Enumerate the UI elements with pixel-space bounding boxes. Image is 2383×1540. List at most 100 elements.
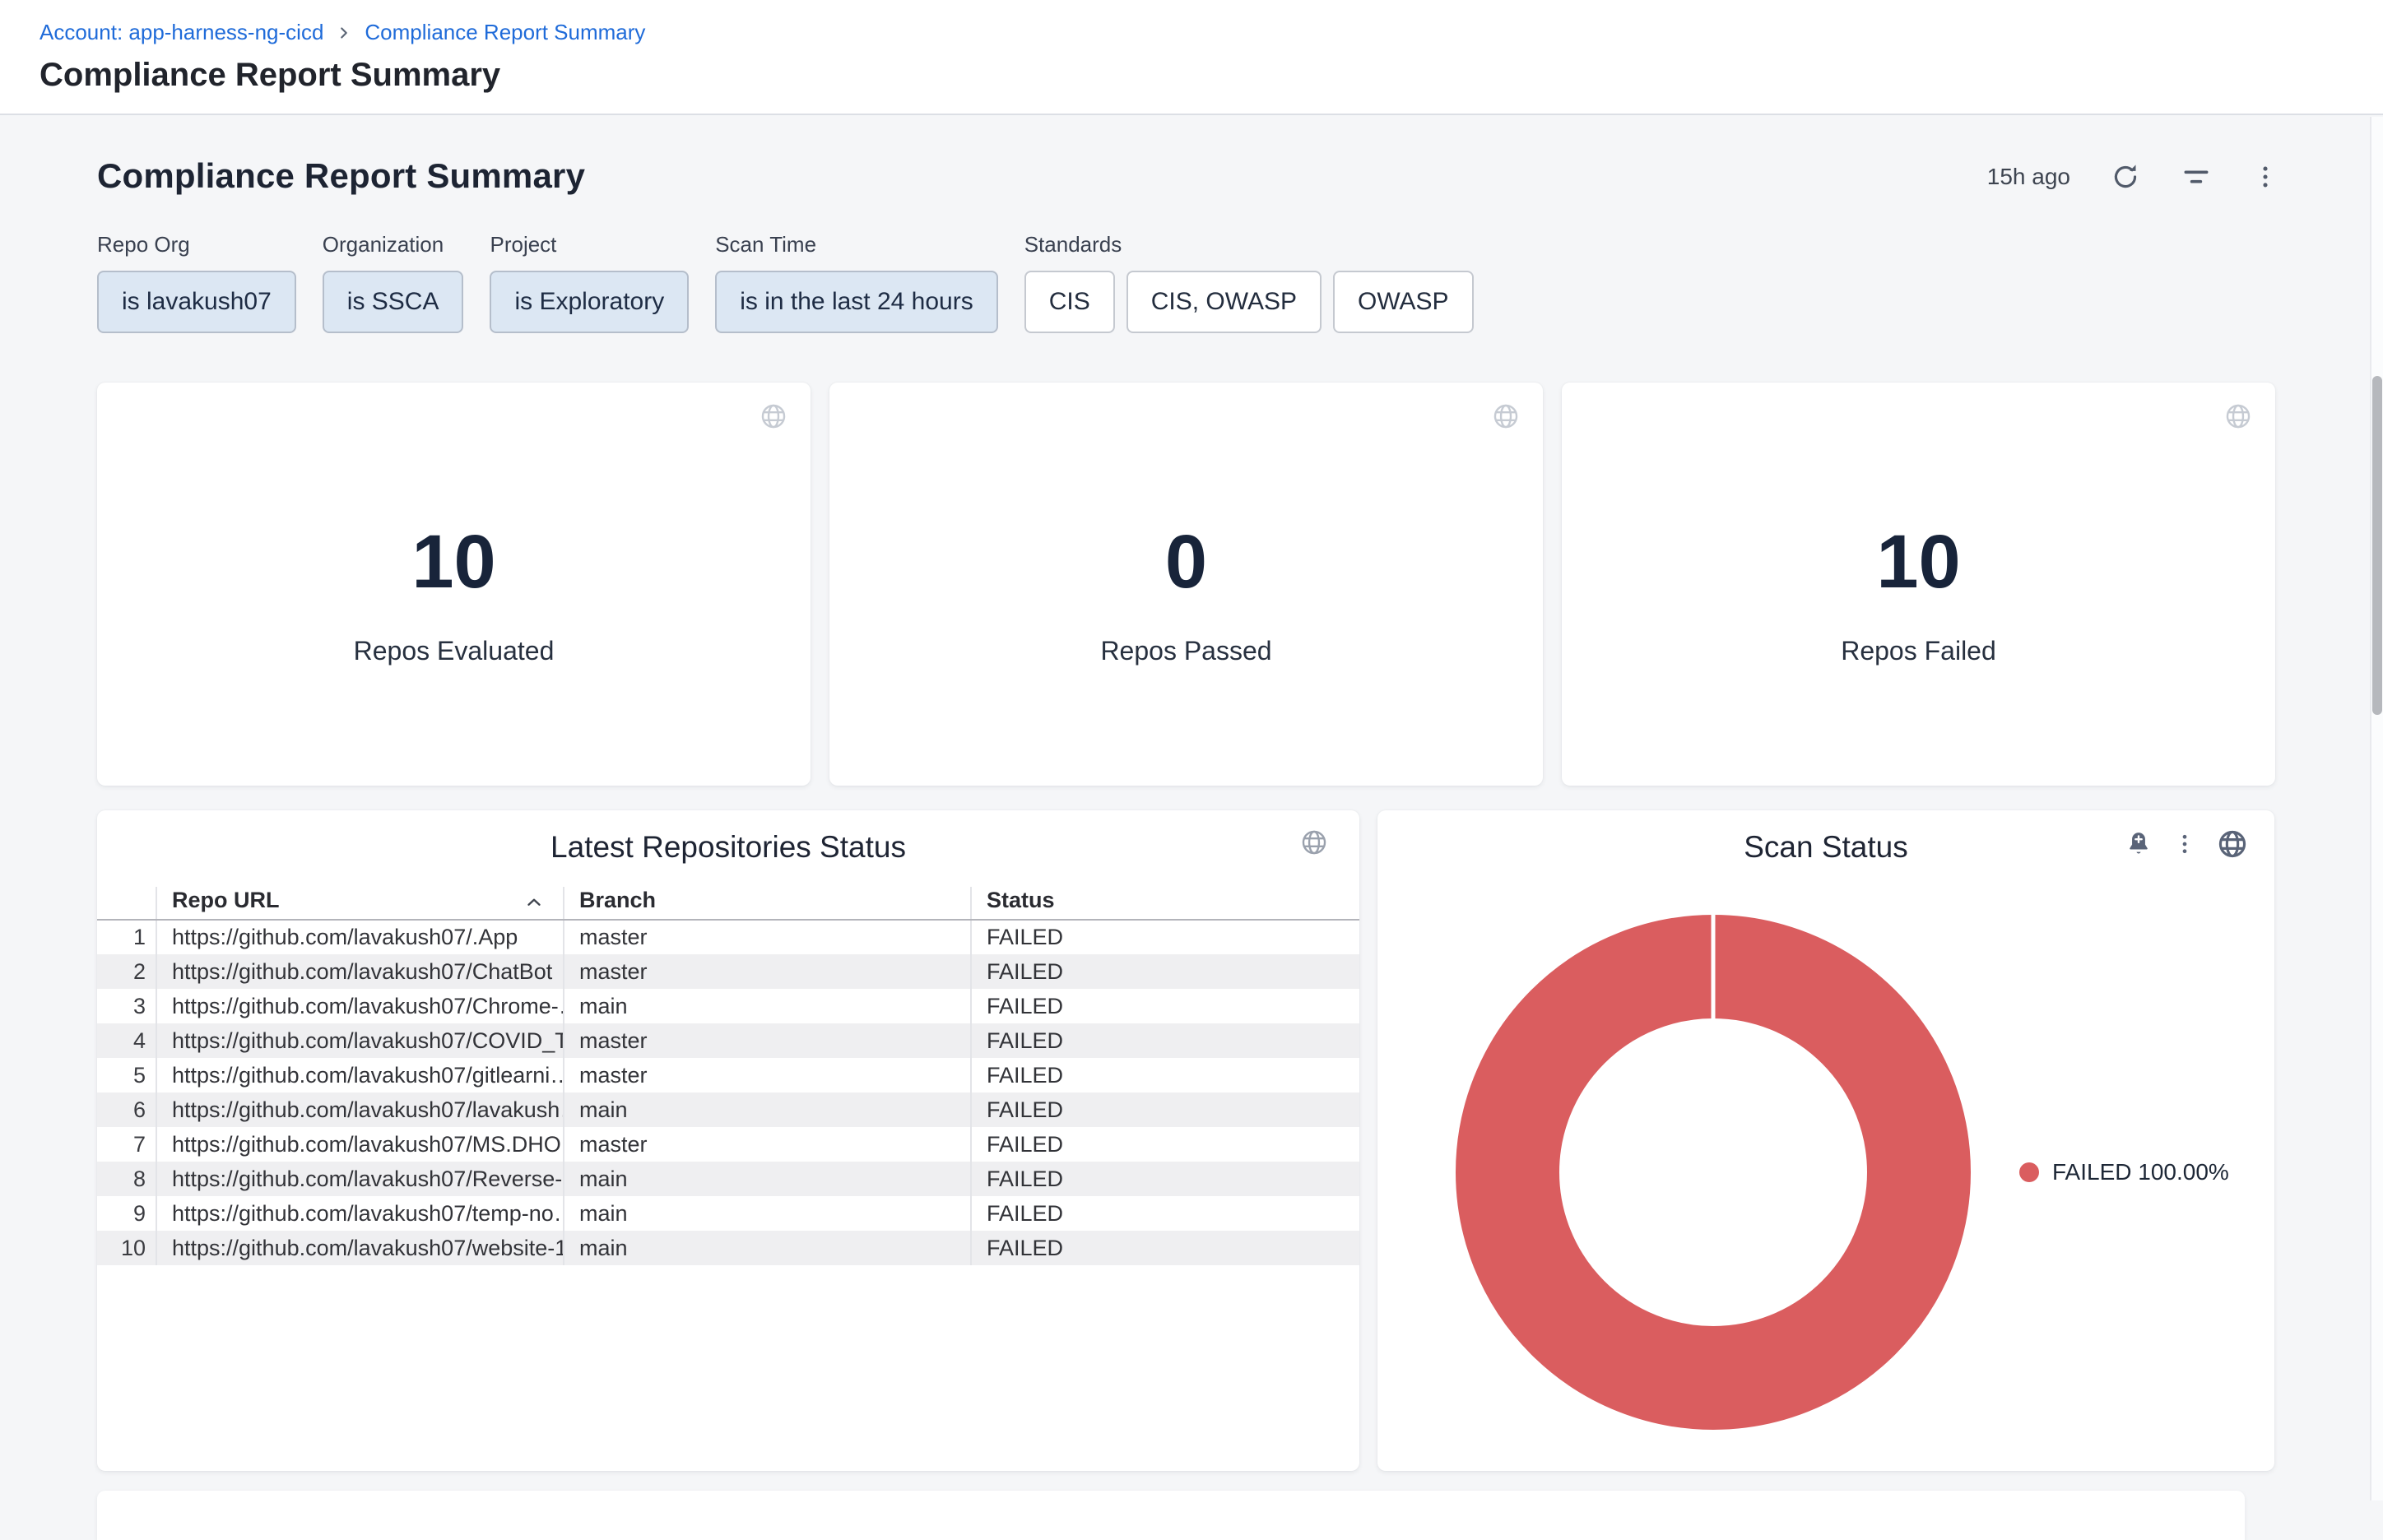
column-header-repo-url[interactable]: Repo URL (156, 887, 564, 920)
filter-group-repo-org: Repo Org is lavakush07 (97, 232, 296, 333)
table-row: 7https://github.com/lavakush07/MS.DHO…ma… (97, 1127, 1359, 1162)
tile-repos-failed: 10 Repos Failed (1562, 383, 2275, 786)
table-row: 4https://github.com/lavakush07/COVID_T…m… (97, 1023, 1359, 1058)
filter-chip-organization[interactable]: is SSCA (323, 271, 464, 333)
branch-cell: master (564, 920, 971, 954)
table-row: 3https://github.com/lavakush07/Chrome-…m… (97, 989, 1359, 1023)
filter-chip-scan-time[interactable]: is in the last 24 hours (715, 271, 998, 333)
status-cell: FAILED (971, 920, 1359, 954)
globe-icon[interactable] (2217, 828, 2248, 860)
column-header-branch[interactable]: Branch (564, 887, 971, 920)
branch-cell: main (564, 1231, 971, 1265)
filter-group-scan-time: Scan Time is in the last 24 hours (715, 232, 998, 333)
filter-label: Repo Org (97, 232, 296, 257)
scan-status-card: Scan Status FAILED 100.00% (1377, 810, 2274, 1471)
branch-cell: main (564, 1162, 971, 1196)
filter-lines-icon[interactable] (2181, 161, 2212, 192)
filter-chip-standards-cis[interactable]: CIS (1024, 271, 1115, 333)
branch-cell: master (564, 1127, 971, 1162)
repo-url-cell: https://github.com/lavakush07/Chrome-… (156, 989, 564, 1023)
tile-value: 10 (411, 524, 495, 600)
table-row: 1https://github.com/lavakush07/.Appmaste… (97, 920, 1359, 954)
next-panel-partial (97, 1491, 2245, 1540)
row-number: 10 (97, 1231, 156, 1265)
status-cell: FAILED (971, 1162, 1359, 1196)
repo-url-cell: https://github.com/lavakush07/temp-no… (156, 1196, 564, 1231)
status-cell: FAILED (971, 1092, 1359, 1127)
row-number: 6 (97, 1092, 156, 1127)
table-row: 5https://github.com/lavakush07/gitlearni… (97, 1058, 1359, 1092)
filter-bar: Repo Org is lavakush07 Organization is S… (97, 232, 1474, 333)
repositories-table: Repo URL Branch Status 1https://github.c… (97, 887, 1359, 1265)
kebab-menu-icon[interactable] (2251, 163, 2279, 191)
latest-repositories-card: Latest Repositories Status Repo URL Bran… (97, 810, 1359, 1471)
vertical-scrollbar-track[interactable] (2370, 117, 2383, 1501)
breadcrumb-account-link[interactable]: Account: app-harness-ng-cicd (39, 20, 323, 45)
app-header: Account: app-harness-ng-cicd Compliance … (0, 0, 2383, 115)
branch-cell: master (564, 1023, 971, 1058)
filter-group-organization: Organization is SSCA (323, 232, 464, 333)
row-number: 2 (97, 954, 156, 989)
filter-group-project: Project is Exploratory (490, 232, 689, 333)
last-refreshed-label: 15h ago (1987, 164, 2070, 190)
status-cell: FAILED (971, 1058, 1359, 1092)
status-cell: FAILED (971, 1127, 1359, 1162)
row-number-header (97, 887, 156, 920)
table-row: 9https://github.com/lavakush07/temp-no…m… (97, 1196, 1359, 1231)
filter-label: Organization (323, 232, 464, 257)
column-header-label: Status (987, 888, 1055, 912)
filter-chip-project[interactable]: is Exploratory (490, 271, 689, 333)
repo-url-cell: https://github.com/lavakush07/MS.DHO… (156, 1127, 564, 1162)
repo-url-cell: https://github.com/lavakush07/Reverse-… (156, 1162, 564, 1196)
row-number: 4 (97, 1023, 156, 1058)
table-row: 10https://github.com/lavakush07/website-… (97, 1231, 1359, 1265)
legend-item-failed[interactable]: FAILED 100.00% (2019, 1159, 2229, 1185)
status-cell: FAILED (971, 1231, 1359, 1265)
filter-chip-standards-cis-owasp[interactable]: CIS, OWASP (1126, 271, 1322, 333)
filter-chip-standards-owasp[interactable]: OWASP (1333, 271, 1474, 333)
status-cell: FAILED (971, 954, 1359, 989)
breadcrumb-current-link[interactable]: Compliance Report Summary (365, 20, 645, 45)
column-header-label: Repo URL (172, 888, 280, 912)
filter-chip-repo-org[interactable]: is lavakush07 (97, 271, 296, 333)
status-cell: FAILED (971, 1023, 1359, 1058)
globe-icon[interactable] (2224, 402, 2252, 430)
legend-dot (2019, 1162, 2039, 1182)
breadcrumb: Account: app-harness-ng-cicd Compliance … (39, 20, 2383, 45)
table-row: 2https://github.com/lavakush07/ChatBotma… (97, 954, 1359, 989)
column-header-status[interactable]: Status (971, 887, 1359, 920)
repo-url-cell: https://github.com/lavakush07/lavakush… (156, 1092, 564, 1127)
status-cell: FAILED (971, 1196, 1359, 1231)
kebab-menu-icon[interactable] (2172, 832, 2197, 856)
scan-status-donut[interactable] (1450, 909, 1977, 1436)
branch-cell: main (564, 1092, 971, 1127)
status-cell: FAILED (971, 989, 1359, 1023)
column-header-label: Branch (579, 888, 656, 912)
tile-label: Repos Passed (1100, 636, 1271, 666)
tile-value: 10 (1876, 524, 1960, 600)
tile-repos-passed: 0 Repos Passed (829, 383, 1543, 786)
filter-group-standards: Standards CIS CIS, OWASP OWASP (1024, 232, 1474, 333)
globe-icon[interactable] (1492, 402, 1520, 430)
globe-icon[interactable] (1300, 828, 1328, 856)
dashboard-header-actions: 15h ago (1987, 161, 2279, 192)
repo-url-cell: https://github.com/lavakush07/.App (156, 920, 564, 954)
page-title: Compliance Report Summary (39, 57, 2383, 94)
repo-url-cell: https://github.com/lavakush07/website-1 (156, 1231, 564, 1265)
tile-label: Repos Evaluated (354, 636, 555, 666)
dashboard-title: Compliance Report Summary (97, 156, 585, 196)
bell-plus-icon[interactable] (2125, 830, 2153, 858)
vertical-scrollbar-thumb[interactable] (2372, 376, 2382, 715)
sort-ascending-icon (523, 892, 545, 913)
branch-cell: main (564, 989, 971, 1023)
row-number: 8 (97, 1162, 156, 1196)
globe-icon[interactable] (759, 402, 787, 430)
refresh-icon[interactable] (2110, 161, 2141, 192)
branch-cell: master (564, 1058, 971, 1092)
tile-label: Repos Failed (1841, 636, 1996, 666)
row-number: 5 (97, 1058, 156, 1092)
tile-value: 0 (1165, 524, 1207, 600)
table-card-title: Latest Repositories Status (97, 830, 1359, 865)
row-number: 1 (97, 920, 156, 954)
kpi-tiles: 10 Repos Evaluated 0 Repos Passed 10 Rep… (97, 383, 2275, 786)
